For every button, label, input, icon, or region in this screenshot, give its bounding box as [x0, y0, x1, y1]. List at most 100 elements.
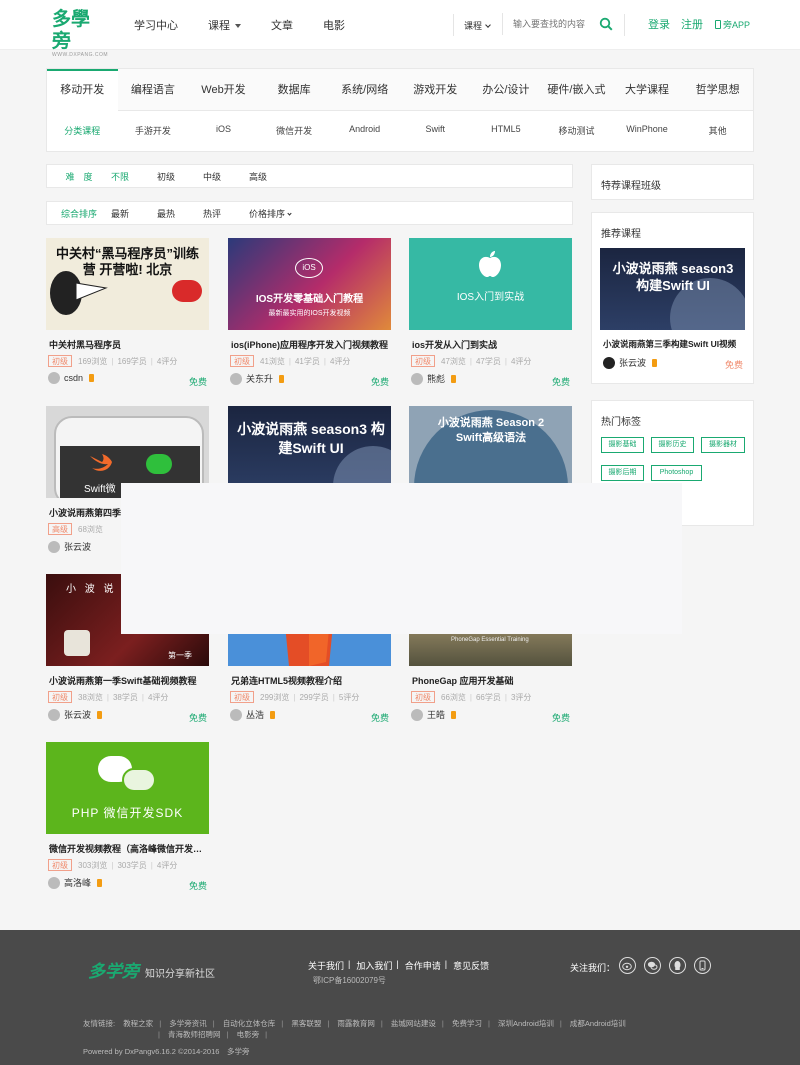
course-card[interactable]: IOS入门到实战 ios开发从入门到实战 初级 47浏览 | 47学员 | 4评分 … [409, 238, 572, 393]
recommend-course-title[interactable]: 小波说雨燕第三季构建Swift UI视频 [603, 338, 753, 350]
course-author[interactable]: 熊彪 [411, 372, 457, 385]
hot-tag[interactable]: Photoshop [651, 465, 702, 481]
tab-mobile-dev[interactable]: 移动开发 [47, 69, 118, 112]
subtab-other[interactable]: 其他 [682, 124, 753, 137]
app-link[interactable]: 旁APP [715, 18, 750, 31]
footer-link-cooperate[interactable]: 合作申请 [405, 959, 441, 972]
weibo-icon[interactable] [619, 957, 636, 974]
course-author[interactable]: 张云波 [48, 708, 103, 721]
course-thumbnail[interactable]: 中关村“黑马程序员”训练营 开营啦! 北京 [46, 238, 209, 330]
tab-game-dev[interactable]: 游戏开发 [400, 69, 471, 111]
tab-philosophy[interactable]: 哲学思想 [682, 69, 753, 111]
course-title[interactable]: ios(iPhone)应用程序开发入门视频教程 [231, 338, 389, 351]
course-thumbnail[interactable]: iOS IOS开发零基础入门教程 最新最实用的IOS开发视频 [228, 238, 391, 330]
difficulty-advanced[interactable]: 高级 [249, 170, 267, 183]
course-title[interactable]: ios开发从入门到实战 [412, 338, 570, 351]
friend-link[interactable]: 雨露教育网 [337, 1019, 375, 1028]
subtab-all[interactable]: 分类课程 [47, 124, 118, 137]
sort-newest[interactable]: 最新 [111, 207, 129, 220]
footer-link-feedback[interactable]: 意见反馈 [453, 959, 489, 972]
course-author[interactable]: 王皓 [411, 708, 457, 721]
nav-articles[interactable]: 文章 [271, 17, 293, 33]
friend-link[interactable]: 电影旁 [237, 1030, 260, 1039]
tab-programming-lang[interactable]: 编程语言 [118, 69, 189, 111]
tab-web-dev[interactable]: Web开发 [188, 69, 259, 111]
site-logo[interactable]: 多學旁 WWW.DXPANG.COM [52, 8, 108, 58]
friend-link[interactable]: 免费学习 [452, 1019, 482, 1028]
course-author[interactable]: 丛浩 [230, 708, 276, 721]
nav-learning-center[interactable]: 学习中心 [134, 17, 178, 33]
recommend-thumbnail[interactable]: 小波说雨燕 season3 构建Swift UI [600, 248, 745, 330]
apple-icon [479, 251, 501, 277]
subtab-winphone[interactable]: WinPhone [612, 124, 683, 137]
subtab-swift[interactable]: Swift [400, 124, 471, 137]
subtab-ios[interactable]: iOS [188, 124, 259, 137]
wechat-icon[interactable] [644, 957, 661, 974]
login-link[interactable]: 登录 [648, 16, 670, 32]
divider [624, 14, 625, 36]
course-card[interactable]: iOS IOS开发零基础入门教程 最新最实用的IOS开发视频 ios(iPhon… [228, 238, 391, 393]
nav-courses[interactable]: 课程 [208, 17, 241, 33]
teacher-badge-icon [279, 374, 285, 383]
hot-tag[interactable]: 摄影历史 [651, 437, 694, 453]
hot-tag[interactable]: 摄影器材 [701, 437, 745, 453]
tab-university[interactable]: 大学课程 [612, 69, 683, 111]
course-title[interactable]: 兄弟连HTML5视频教程介绍 [231, 674, 389, 687]
sort-default[interactable]: 综合排序 [47, 207, 111, 220]
app-download-icon[interactable] [694, 957, 711, 974]
subtab-android[interactable]: Android [329, 124, 400, 137]
footer-link-about[interactable]: 关于我们 [308, 959, 344, 972]
course-author[interactable]: csdn [48, 372, 95, 384]
friend-link[interactable]: 多学旁资讯 [169, 1019, 207, 1028]
course-card[interactable]: PHP 微信开发SDK 微信开发视频教程（高洛峰微信开发视... 初级 303浏… [46, 742, 209, 897]
friend-link[interactable]: 盐城网站建设 [391, 1019, 436, 1028]
friend-link[interactable]: 自动化立体仓库 [223, 1019, 276, 1028]
search-type-select[interactable]: 课程 [464, 19, 491, 32]
friend-link[interactable]: 成都Android培训 [570, 1019, 626, 1028]
level-tag: 初级 [411, 691, 435, 703]
search-input[interactable] [502, 13, 588, 35]
friend-link[interactable]: 青海教师招聘网 [168, 1030, 221, 1039]
course-title[interactable]: 中关村黑马程序员 [49, 338, 207, 351]
level-tag: 初级 [48, 859, 72, 871]
qq-icon[interactable] [669, 957, 686, 974]
tab-hardware-embedded[interactable]: 硬件/嵌入式 [541, 69, 612, 111]
tab-office-design[interactable]: 办公/设计 [471, 69, 542, 111]
course-title[interactable]: PhoneGap 应用开发基础 [412, 674, 570, 687]
course-title[interactable]: 小波说雨燕第一季Swift基础视频教程 [49, 674, 207, 687]
friend-link[interactable]: 黑客联盟 [291, 1019, 321, 1028]
sort-hottest[interactable]: 最热 [157, 207, 175, 220]
author-name: 高洛峰 [64, 878, 92, 888]
course-author[interactable]: 高洛峰 [48, 876, 103, 889]
search-icon[interactable] [599, 17, 613, 31]
course-title[interactable]: 微信开发视频教程（高洛峰微信开发视... [49, 842, 207, 855]
tab-database[interactable]: 数据库 [259, 69, 330, 111]
course-author[interactable]: 张云波 [603, 356, 658, 369]
subtab-html5[interactable]: HTML5 [471, 124, 542, 137]
subtab-wechat[interactable]: 微信开发 [259, 124, 330, 137]
course-author[interactable]: 张云波 [48, 540, 91, 553]
friend-link[interactable]: 深圳Android培训 [498, 1019, 554, 1028]
teacher-badge-icon [270, 710, 276, 719]
wechat-bubble-icon [122, 768, 156, 792]
register-link[interactable]: 注册 [681, 16, 703, 32]
course-thumbnail[interactable]: PHP 微信开发SDK [46, 742, 209, 834]
course-card[interactable]: 中关村“黑马程序员”训练营 开营啦! 北京 中关村黑马程序员 初级 169浏览 |… [46, 238, 209, 393]
difficulty-intermediate[interactable]: 中级 [203, 170, 221, 183]
footer-link-join[interactable]: 加入我们 [356, 959, 392, 972]
difficulty-beginner[interactable]: 初级 [157, 170, 175, 183]
subtab-mobile-testing[interactable]: 移动测试 [541, 124, 612, 137]
footer-logo[interactable]: 多学旁 知识分享新社区 [88, 957, 215, 982]
nav-movies[interactable]: 电影 [323, 17, 345, 33]
sort-top-rated[interactable]: 热评 [203, 207, 221, 220]
sort-price[interactable]: 价格排序 [249, 207, 292, 220]
icp-number[interactable]: 鄂ICP备16002079号 [313, 975, 386, 986]
hot-tag[interactable]: 摄影基础 [601, 437, 644, 453]
course-author[interactable]: 关东升 [230, 372, 285, 385]
hot-tag[interactable]: 摄影后期 [601, 465, 644, 481]
difficulty-any[interactable]: 不限 [111, 170, 129, 183]
friend-link[interactable]: 教程之家 [123, 1019, 153, 1028]
tab-system-network[interactable]: 系统/网络 [329, 69, 400, 111]
course-thumbnail[interactable]: IOS入门到实战 [409, 238, 572, 330]
subtab-mobile-games[interactable]: 手游开发 [118, 124, 189, 137]
